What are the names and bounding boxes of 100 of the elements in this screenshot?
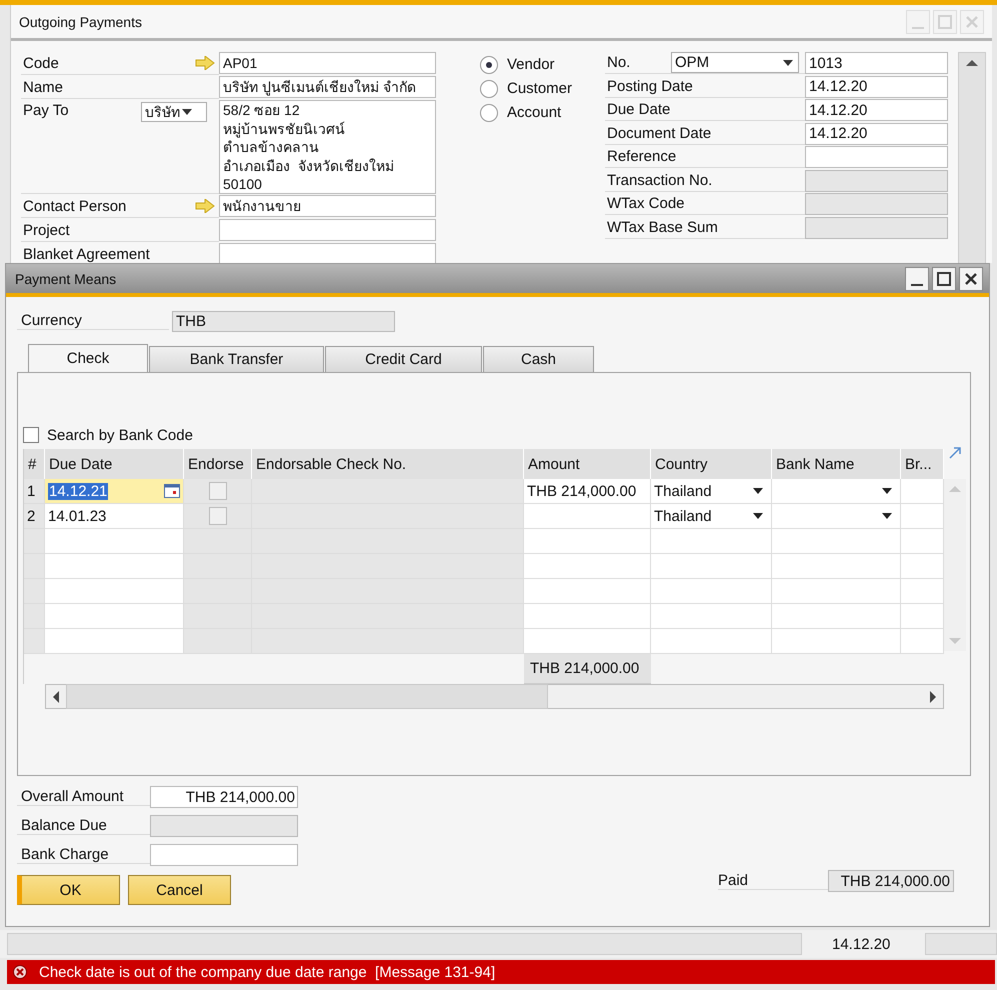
vertical-scrollbar[interactable] bbox=[944, 479, 966, 651]
amount-field[interactable] bbox=[150, 844, 298, 866]
text-field[interactable]: 14.12.20 bbox=[805, 122, 948, 144]
series-dropdown[interactable]: OPM bbox=[671, 52, 799, 73]
scroll-right-icon[interactable] bbox=[929, 690, 937, 702]
table-cell bbox=[184, 554, 252, 579]
link-arrow-icon[interactable] bbox=[195, 199, 215, 213]
radio-label[interactable]: Customer bbox=[507, 80, 572, 97]
currency-field[interactable]: THB bbox=[172, 310, 395, 332]
field-label: Document Date bbox=[607, 124, 712, 142]
tab[interactable]: Cash bbox=[483, 346, 594, 372]
checkbox[interactable] bbox=[208, 482, 226, 500]
tab[interactable]: Credit Card bbox=[325, 346, 482, 372]
window-title: Outgoing Payments bbox=[19, 14, 142, 30]
column-header[interactable]: Br... bbox=[901, 449, 944, 479]
column-header[interactable]: Country bbox=[651, 449, 772, 479]
scroll-down-icon[interactable] bbox=[949, 637, 961, 645]
caret-icon bbox=[753, 488, 763, 494]
radio-button[interactable] bbox=[480, 56, 498, 74]
maximize-button[interactable] bbox=[932, 266, 956, 290]
field-label: Name bbox=[23, 78, 64, 96]
address-line: 50100 bbox=[223, 175, 262, 194]
radio-button[interactable] bbox=[480, 104, 498, 122]
text-field[interactable] bbox=[219, 219, 436, 241]
close-icon bbox=[964, 14, 980, 30]
text-field[interactable]: 14.12.20 bbox=[805, 76, 948, 98]
field-label: WTax Code bbox=[607, 195, 685, 212]
pay-to-dropdown[interactable]: บริษัท bbox=[141, 102, 207, 122]
horizontal-scrollbar[interactable] bbox=[45, 684, 944, 709]
row-number: 1 bbox=[24, 479, 45, 504]
text-field[interactable]: 1013 bbox=[805, 52, 948, 74]
column-header[interactable]: Endorsable Check No. bbox=[252, 449, 524, 479]
table-cell bbox=[184, 579, 252, 604]
address-field[interactable]: 58/2 ซอย 12 หมู่บ้านพรชัยนิเวศน์ ตำบลข้างคลาน อำเภอเมือง จังหวัดเชียงใหม่ 50100 bbox=[219, 100, 436, 194]
text-field[interactable] bbox=[805, 146, 948, 168]
bank-name-dropdown[interactable] bbox=[772, 504, 901, 529]
radio-button[interactable] bbox=[480, 80, 498, 98]
dialog-button[interactable]: OK bbox=[17, 875, 120, 905]
link-arrow-icon[interactable] bbox=[195, 56, 215, 70]
date-cell[interactable]: 14.12.21 bbox=[45, 479, 184, 504]
column-header[interactable]: Due Date bbox=[45, 449, 184, 479]
scroll-up-icon[interactable] bbox=[966, 59, 978, 67]
minimize-icon bbox=[912, 26, 924, 28]
dialog-title: Payment Means bbox=[15, 270, 116, 286]
caret-icon bbox=[882, 488, 892, 494]
minimize-button[interactable] bbox=[905, 266, 929, 290]
checkbox-label[interactable]: Search by Bank Code bbox=[47, 426, 193, 444]
bank-name-dropdown[interactable] bbox=[772, 479, 901, 504]
status-date: 14.12.20 bbox=[832, 936, 890, 952]
error-icon bbox=[13, 965, 27, 979]
column-header[interactable]: Endorse bbox=[184, 449, 252, 479]
tab[interactable]: Bank Transfer bbox=[149, 346, 324, 372]
field-label: Transaction No. bbox=[607, 172, 712, 188]
field-label: Code bbox=[23, 54, 59, 72]
text-field[interactable]: บริษัท ปูนซีเมนต์เชียงใหม่ จำกัด bbox=[219, 76, 436, 98]
scroll-left-icon[interactable] bbox=[52, 690, 60, 702]
table-cell bbox=[24, 579, 45, 604]
radio-label[interactable]: Vendor bbox=[507, 56, 555, 73]
caret-icon bbox=[882, 513, 892, 519]
date-cell[interactable]: 14.01.23 bbox=[45, 504, 184, 529]
text-field[interactable] bbox=[219, 243, 436, 263]
table-cell bbox=[901, 554, 944, 579]
column-header[interactable]: Bank Name bbox=[772, 449, 901, 479]
table-cell bbox=[24, 554, 45, 579]
minimize-icon bbox=[911, 284, 923, 286]
text-field[interactable]: 14.12.20 bbox=[805, 99, 948, 121]
table-cell bbox=[901, 504, 944, 529]
maximize-icon bbox=[936, 270, 952, 286]
amount-field[interactable]: THB 214,000.00 bbox=[150, 786, 298, 808]
table-cell: THB 214,000.00 bbox=[524, 479, 651, 504]
address-line: ตำบลข้างคลาน bbox=[223, 138, 319, 156]
scroll-thumb[interactable] bbox=[66, 684, 548, 709]
field-label: Blanket Agreement bbox=[23, 246, 150, 262]
country-dropdown[interactable]: Thailand bbox=[651, 504, 772, 529]
caret-icon bbox=[753, 513, 763, 519]
vertical-scrollbar[interactable] bbox=[958, 52, 986, 263]
field-label: Pay To bbox=[23, 102, 69, 119]
checkbox[interactable] bbox=[208, 507, 226, 525]
column-header[interactable]: Amount bbox=[524, 449, 651, 479]
table-cell bbox=[901, 479, 944, 504]
country-dropdown[interactable]: Thailand bbox=[651, 479, 772, 504]
tab[interactable]: Check bbox=[28, 344, 148, 372]
close-button[interactable] bbox=[959, 266, 983, 290]
dialog-button[interactable]: Cancel bbox=[128, 875, 231, 905]
expand-icon[interactable] bbox=[949, 447, 961, 459]
checkbox[interactable] bbox=[23, 427, 39, 443]
total-amount: THB 214,000.00 bbox=[524, 654, 651, 684]
close-icon bbox=[963, 270, 979, 286]
caret-icon bbox=[783, 60, 793, 66]
table-cell bbox=[24, 604, 45, 629]
radio-label[interactable]: Account bbox=[507, 104, 562, 121]
text-field[interactable]: พนักงานขาย bbox=[219, 195, 436, 217]
column-header[interactable]: # bbox=[24, 449, 45, 479]
row-number: 2 bbox=[24, 504, 45, 529]
table-cell bbox=[184, 629, 252, 654]
text-field[interactable]: AP01 bbox=[219, 52, 436, 74]
calendar-icon[interactable] bbox=[164, 484, 180, 498]
field-label: No. bbox=[607, 54, 630, 71]
table-cell bbox=[24, 529, 45, 554]
table-cell bbox=[901, 579, 944, 604]
